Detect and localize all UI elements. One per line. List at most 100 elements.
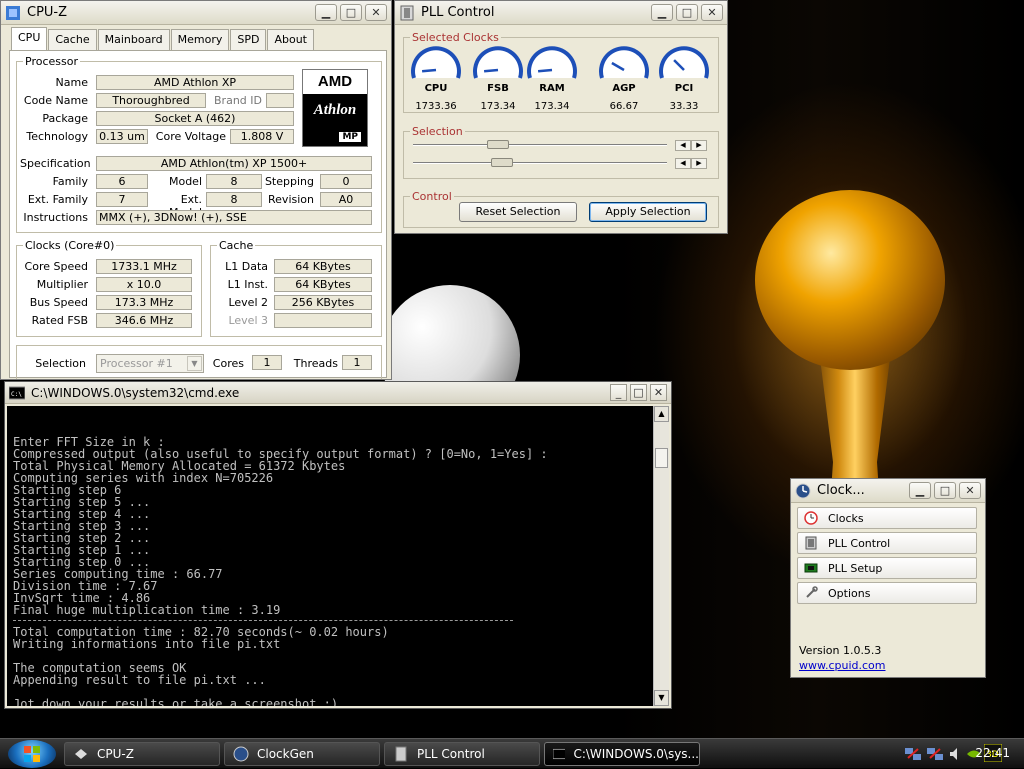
gauge-value: 173.34 bbox=[480, 101, 516, 112]
close-button[interactable]: ✕ bbox=[959, 482, 981, 499]
cores-value: 1 bbox=[252, 355, 282, 370]
maximize-button[interactable]: □ bbox=[630, 384, 647, 401]
taskbar-item-cmd[interactable]: C:\WINDOWS.0\sys... bbox=[544, 742, 700, 766]
taskbar-item-cpuz[interactable]: CPU-Z bbox=[64, 742, 220, 766]
pll-control-button[interactable]: PLL Control bbox=[797, 532, 977, 554]
taskbar-item-clockgen[interactable]: ClockGen bbox=[224, 742, 380, 766]
stepping-value: 0 bbox=[320, 174, 372, 189]
minimize-button[interactable]: ▁ bbox=[315, 4, 337, 21]
apply-selection-button[interactable]: Apply Selection bbox=[589, 202, 707, 222]
voltage-label: Core Voltage bbox=[155, 130, 226, 143]
instructions-value: MMX (+), 3DNow! (+), SSE bbox=[96, 210, 372, 225]
level3-label: Level 3 bbox=[228, 314, 268, 327]
pll-control-button-label: PLL Control bbox=[828, 536, 891, 550]
family-value: 6 bbox=[96, 174, 148, 189]
options-button-label: Options bbox=[828, 586, 871, 600]
spec-label: Specification bbox=[20, 157, 91, 170]
processor-legend: Processor bbox=[25, 55, 78, 68]
close-button[interactable]: ✕ bbox=[650, 384, 667, 401]
taskbar-item-label: PLL Control bbox=[417, 747, 485, 761]
cmd-window: C:\ C:\WINDOWS.0\system32\cmd.exe _ □ ✕ … bbox=[4, 381, 672, 709]
instructions-label: Instructions bbox=[23, 211, 88, 224]
name-value: AMD Athlon XP bbox=[96, 75, 294, 90]
console-output[interactable]: Enter FFT Size in k : Compressed output (… bbox=[7, 406, 653, 706]
minimize-button[interactable]: ▁ bbox=[651, 4, 673, 21]
technology-value: 0.13 um bbox=[96, 129, 148, 144]
tab-memory[interactable]: Memory bbox=[170, 29, 230, 50]
pci-spin-buttons[interactable]: ◀ ▶ bbox=[675, 158, 707, 169]
close-button[interactable]: ✕ bbox=[701, 4, 723, 21]
spec-value: AMD Athlon(tm) XP 1500+ bbox=[96, 156, 372, 171]
processor-select[interactable]: Processor #1 ▼ bbox=[96, 354, 204, 373]
pll-setup-button[interactable]: PLL Setup bbox=[797, 557, 977, 579]
network-icon[interactable] bbox=[926, 746, 944, 762]
tab-cache[interactable]: Cache bbox=[48, 29, 97, 50]
tab-cpu[interactable]: CPU bbox=[11, 27, 48, 50]
gauge-agp: AGP 66.67 bbox=[597, 43, 651, 112]
pll-titlebar[interactable]: PLL Control ▁ □ ✕ bbox=[395, 1, 727, 25]
left-arrow-icon[interactable]: ◀ bbox=[675, 140, 691, 151]
gauge-label: RAM bbox=[539, 83, 565, 94]
fsb-slider-track[interactable] bbox=[413, 144, 667, 146]
pll-setup-button-label: PLL Setup bbox=[828, 561, 883, 575]
busspeed-label: Bus Speed bbox=[29, 296, 88, 309]
taskbar-item-pll-control[interactable]: PLL Control bbox=[384, 742, 540, 766]
pll-icon bbox=[395, 746, 407, 762]
tab-about[interactable]: About bbox=[267, 29, 314, 50]
ratedfsb-label: Rated FSB bbox=[31, 314, 88, 327]
console-scrollbar[interactable]: ▲ ▼ bbox=[653, 406, 669, 706]
cpuz-titlebar[interactable]: CPU-Z ▁ □ ✕ bbox=[1, 1, 391, 25]
pci-slider-track[interactable] bbox=[413, 162, 667, 164]
maximize-button[interactable]: □ bbox=[340, 4, 362, 21]
corespeed-value: 1733.1 MHz bbox=[96, 259, 192, 274]
l1inst-value: 64 KBytes bbox=[274, 277, 372, 292]
left-arrow-icon[interactable]: ◀ bbox=[675, 158, 691, 169]
clocks-button[interactable]: Clocks bbox=[797, 507, 977, 529]
cmd-titlebar[interactable]: C:\ C:\WINDOWS.0\system32\cmd.exe _ □ ✕ bbox=[5, 382, 671, 404]
cache-legend: Cache bbox=[219, 239, 254, 252]
tab-mainboard[interactable]: Mainboard bbox=[97, 29, 170, 50]
level3-value bbox=[274, 313, 372, 328]
pci-slider-thumb[interactable] bbox=[491, 158, 513, 167]
multiplier-label: Multiplier bbox=[36, 278, 88, 291]
chip-icon bbox=[804, 563, 818, 573]
reset-selection-button[interactable]: Reset Selection bbox=[459, 202, 577, 222]
clockgen-titlebar[interactable]: Clock... ▁ □ ✕ bbox=[791, 479, 985, 503]
network-icon[interactable] bbox=[904, 746, 922, 762]
minimize-button[interactable]: ▁ bbox=[909, 482, 931, 499]
name-label: Name bbox=[55, 76, 88, 89]
window-title: PLL Control bbox=[421, 5, 495, 20]
gauge-label: AGP bbox=[612, 83, 636, 94]
chevron-down-icon[interactable]: ▼ bbox=[187, 356, 202, 371]
codename-label: Code Name bbox=[23, 94, 88, 107]
svg-text:C:\: C:\ bbox=[11, 391, 22, 398]
maximize-button[interactable]: □ bbox=[934, 482, 956, 499]
volume-icon[interactable] bbox=[948, 746, 964, 762]
window-title: CPU-Z bbox=[27, 5, 68, 20]
start-button[interactable] bbox=[8, 740, 56, 768]
selection-legend: Selection bbox=[412, 125, 463, 138]
tab-panel: Processor Name AMD Athlon XP Code Name T… bbox=[9, 50, 387, 379]
system-tray: 3D 22:41 bbox=[874, 739, 1024, 769]
scroll-thumb[interactable] bbox=[655, 448, 668, 468]
minimize-button[interactable]: _ bbox=[610, 384, 627, 401]
right-arrow-icon[interactable]: ▶ bbox=[691, 140, 707, 151]
tab-spd[interactable]: SPD bbox=[230, 29, 267, 50]
taskbar-item-label: CPU-Z bbox=[97, 747, 134, 761]
right-arrow-icon[interactable]: ▶ bbox=[691, 158, 707, 169]
ratedfsb-value: 346.6 MHz bbox=[96, 313, 192, 328]
close-button[interactable]: ✕ bbox=[365, 4, 387, 21]
options-button[interactable]: Options bbox=[797, 582, 977, 604]
scroll-down-icon[interactable]: ▼ bbox=[654, 690, 669, 706]
window-title: C:\WINDOWS.0\system32\cmd.exe bbox=[31, 385, 240, 400]
maximize-button[interactable]: □ bbox=[676, 4, 698, 21]
cpuid-link[interactable]: www.cpuid.com bbox=[799, 659, 886, 672]
scroll-up-icon[interactable]: ▲ bbox=[654, 406, 669, 422]
taskbar-item-label: ClockGen bbox=[257, 747, 314, 761]
console-icon bbox=[553, 748, 566, 760]
cpuz-icon bbox=[75, 749, 87, 759]
extfamily-label: Ext. Family bbox=[27, 193, 88, 206]
fsb-slider-thumb[interactable] bbox=[487, 140, 509, 149]
fsb-spin-buttons[interactable]: ◀ ▶ bbox=[675, 140, 707, 151]
package-value: Socket A (462) bbox=[96, 111, 294, 126]
